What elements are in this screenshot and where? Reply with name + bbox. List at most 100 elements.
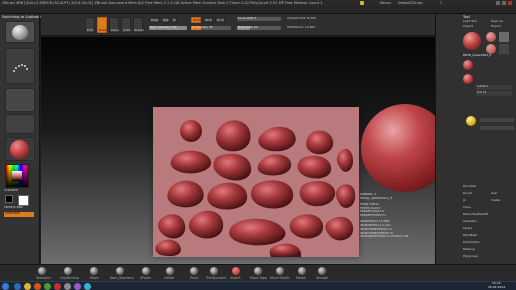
stroke-selector[interactable] (5, 48, 35, 84)
taskbar-app-icon[interactable] (74, 283, 81, 290)
brush-thumbnail (12, 25, 28, 40)
brush-label: Move (90, 276, 99, 280)
active-points: ActivePoints: 8,205 (287, 17, 316, 20)
help-button[interactable]: ? (440, 1, 442, 5)
brush-icon[interactable] (166, 267, 174, 275)
maximize-icon[interactable] (502, 1, 506, 5)
import-button[interactable]: Import (463, 25, 473, 29)
switch-color-label[interactable]: SwitchColor (4, 206, 23, 210)
z-intensity-slider[interactable]: Z Intensity 25 (191, 26, 231, 30)
palette-item[interactable]: FiberMesh (463, 234, 477, 237)
tool-thumbnail[interactable] (486, 44, 496, 54)
draw-size-slider[interactable]: Draw Size 64 (237, 26, 281, 30)
edit-button[interactable]: Edit (85, 17, 95, 33)
default-zscript[interactable]: DefaultZScript (398, 1, 423, 5)
taskbar-app-icon[interactable] (24, 283, 31, 290)
taskbar-app-icon[interactable] (54, 283, 61, 290)
brush-label: hPolish (140, 276, 152, 280)
subtool-row[interactable]: List All (476, 91, 512, 96)
taskbar-app-icon[interactable] (14, 283, 21, 290)
load-tool-button[interactable]: Load Tool (463, 20, 477, 24)
palette-item[interactable]: Deformation (463, 241, 480, 244)
palette-item[interactable]: Layers (463, 227, 472, 230)
color-picker[interactable] (5, 164, 29, 188)
current-tool-thumbnail[interactable] (463, 32, 481, 50)
brush-shelf: Standard ClayBuildup Move Dam_Standard h… (0, 264, 516, 281)
scale-button[interactable]: Scale (121, 17, 131, 33)
brush-selector[interactable] (5, 21, 35, 43)
texture-selector[interactable] (5, 114, 35, 134)
taskbar-app-icon[interactable] (64, 283, 71, 290)
brush-icon[interactable] (38, 267, 46, 275)
mrgb-button[interactable]: Mrgb (149, 17, 159, 23)
start-button-icon[interactable] (2, 283, 9, 290)
brush-icon[interactable] (210, 267, 218, 275)
palette-item[interactable]: Polygroups (463, 255, 478, 258)
brush-icon[interactable] (276, 267, 284, 275)
palette-item[interactable]: Visible (491, 199, 500, 202)
brush-label: Standard (36, 276, 51, 280)
brush-label: Morph (296, 276, 307, 280)
taskbar-app-icon[interactable] (84, 283, 91, 290)
gold-icon (360, 1, 364, 5)
palette-item[interactable]: Del Other (463, 185, 476, 188)
m-button[interactable]: M (171, 17, 177, 23)
tool-thumbnail[interactable] (499, 44, 509, 54)
alpha-selector[interactable] (5, 88, 35, 112)
minimize-icon[interactable] (496, 1, 500, 5)
palette-header: Tool (463, 15, 470, 19)
brush-icon[interactable] (298, 267, 306, 275)
brush-icon-active[interactable] (232, 267, 240, 275)
alternate-button[interactable]: Alternate (4, 212, 34, 217)
subtool-slider[interactable] (480, 126, 514, 130)
material-sphere-icon (10, 140, 29, 159)
palette-item[interactable]: Clone (463, 206, 471, 209)
menu-bar (0, 6, 516, 14)
export-button[interactable]: Export (491, 25, 501, 29)
switching-label: Switching to Subtool 0 (2, 15, 43, 19)
transpose-gizmo-icon[interactable] (466, 116, 476, 126)
main-color[interactable] (18, 195, 29, 206)
save-as-button[interactable]: Save As (491, 20, 503, 24)
brush-label: Pinch (190, 276, 199, 280)
secondary-color[interactable] (5, 195, 13, 203)
subtool-thumbnail[interactable] (463, 74, 473, 84)
close-icon[interactable] (508, 1, 512, 5)
tool-thumbnail[interactable] (486, 32, 496, 42)
brush-icon[interactable] (90, 267, 98, 275)
subtool-slider[interactable] (480, 118, 514, 122)
brush-icon[interactable] (318, 267, 326, 275)
brush-icon[interactable] (64, 267, 72, 275)
tool-palette: Tool Load Tool Save As Import Export PM3… (435, 14, 516, 264)
subtool-row[interactable]: SubTool (476, 85, 512, 90)
rgb-intensity-slider[interactable]: Rgb Intensity 100 (149, 26, 187, 30)
palette-item[interactable]: Del All (463, 192, 472, 195)
move-button[interactable]: Move (109, 17, 119, 33)
zsub-button[interactable]: Zsub (203, 17, 213, 23)
draw-button[interactable]: Draw (97, 17, 107, 33)
rotate-button[interactable]: Rotate (133, 17, 144, 33)
rgb-button[interactable]: Rgb (161, 17, 169, 23)
menus-toggle[interactable]: Menus (380, 1, 391, 5)
subtool-thumbnail[interactable] (463, 60, 473, 70)
palette-item[interactable]: Masking (463, 248, 475, 251)
zadd-button[interactable]: Zadd (191, 17, 201, 23)
palette-item[interactable]: Make PolyMesh3D (463, 213, 488, 216)
taskbar-app-icon[interactable] (44, 283, 51, 290)
current-tool-name: PM3D_Sphere3D2_9 (463, 54, 492, 57)
brush-icon[interactable] (190, 267, 198, 275)
brush-icon[interactable] (116, 267, 124, 275)
tool-thumbnail[interactable] (499, 32, 509, 42)
material-selector[interactable] (5, 137, 35, 161)
palette-item[interactable]: GoZ (491, 192, 497, 195)
palette-item[interactable]: Geometry (463, 220, 477, 223)
gradient-label[interactable]: Gradient (4, 189, 18, 193)
focal-shift-slider[interactable]: Focal Shift 0 (237, 17, 281, 21)
palette-item[interactable]: All (463, 199, 466, 202)
brush-icon[interactable] (142, 267, 150, 275)
zcut-button[interactable]: Zcut (215, 17, 225, 23)
brush-label: Smooth (316, 276, 329, 280)
color-swatch-square[interactable] (12, 171, 22, 181)
taskbar-app-icon[interactable] (34, 283, 41, 290)
brush-icon[interactable] (254, 267, 262, 275)
